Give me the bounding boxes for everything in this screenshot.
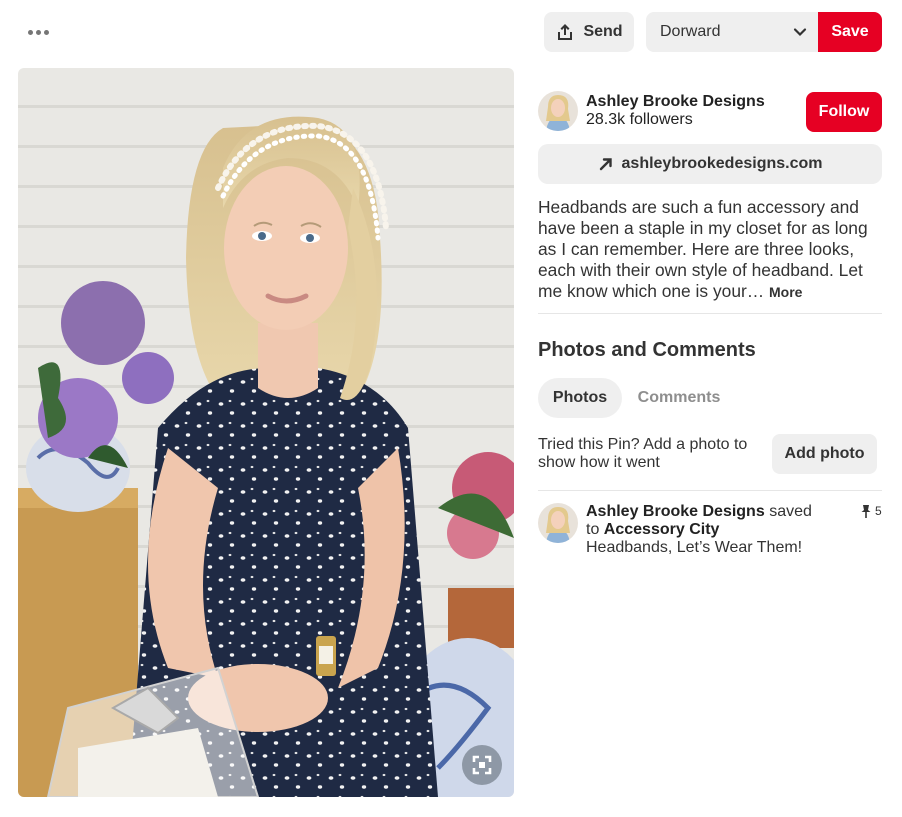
save-button[interactable]: Save (818, 12, 882, 52)
creator-name[interactable]: Ashley Brooke Designs (586, 93, 765, 111)
activity-user[interactable]: Ashley Brooke Designs (586, 503, 765, 520)
expand-image-button[interactable] (462, 745, 502, 785)
pin-count-value: 5 (875, 504, 882, 518)
divider (538, 313, 882, 314)
tab-comments[interactable]: Comments (630, 378, 728, 418)
pin-description: Headbands are such a fun accessory and h… (538, 197, 882, 303)
tab-photos[interactable]: Photos (538, 378, 622, 418)
board-select-value: Dorward (660, 23, 721, 40)
creator-info[interactable]: Ashley Brooke Designs 28.3k followers (538, 91, 765, 131)
expand-icon (472, 755, 492, 775)
avatar-image (538, 91, 578, 131)
tried-pin-prompt: Tried this Pin? Add a photo to show how … (538, 436, 748, 471)
pin-image[interactable] (18, 68, 514, 797)
website-link-text: ashleybrookedesigns.com (621, 155, 823, 172)
follow-button[interactable]: Follow (806, 92, 882, 132)
board-select[interactable]: Dorward (646, 12, 820, 52)
share-icon (558, 24, 573, 40)
activity-board[interactable]: Accessory City (604, 521, 720, 538)
more-link[interactable]: More (769, 284, 802, 300)
pin-photo (18, 68, 514, 797)
activity-pin-title: Headbands, Let’s Wear Them! (586, 539, 803, 556)
creator-avatar[interactable] (538, 91, 578, 131)
chevron-down-icon (793, 28, 807, 37)
activity-to: to (586, 521, 600, 538)
avatar-image (538, 503, 578, 543)
arrow-up-right-icon (599, 158, 612, 171)
activity-avatar[interactable] (538, 503, 578, 543)
divider (538, 490, 882, 491)
send-button[interactable]: Send (544, 12, 634, 52)
section-title: Photos and Comments (538, 339, 756, 361)
activity-text: Ashley Brooke Designs saved to Accessory… (586, 503, 816, 557)
pushpin-icon (861, 505, 871, 518)
description-text: Headbands are such a fun accessory and h… (538, 197, 868, 301)
send-label: Send (583, 23, 623, 40)
add-photo-button[interactable]: Add photo (772, 434, 877, 474)
pin-count: 5 (860, 504, 882, 518)
website-link[interactable]: ashleybrookedesigns.com (538, 144, 882, 184)
creator-followers: 28.3k followers (586, 111, 693, 128)
activity-action: saved (769, 503, 812, 520)
more-options-icon[interactable] (22, 18, 54, 46)
